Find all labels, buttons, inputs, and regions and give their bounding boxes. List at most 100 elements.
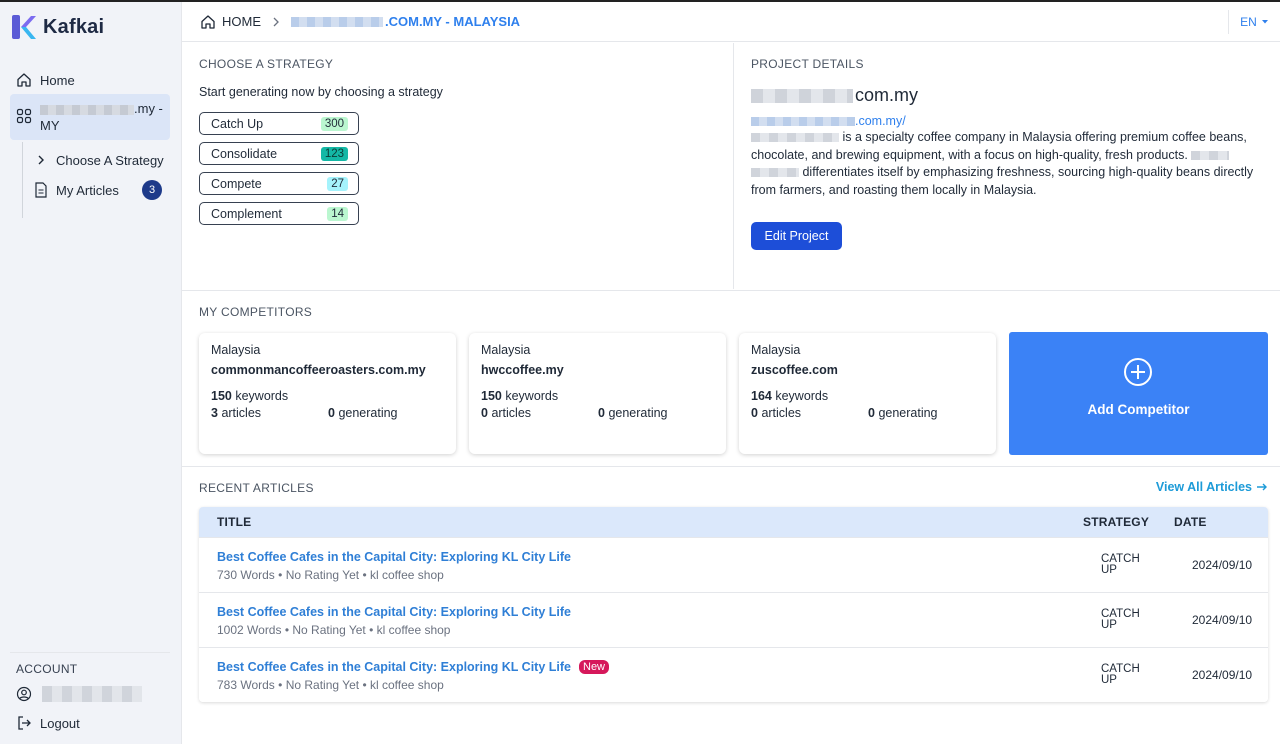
sidebar-item-project[interactable]: .my - MY	[10, 94, 170, 140]
logout-label: Logout	[40, 715, 80, 731]
article-title-link[interactable]: Best Coffee Cafes in the Capital City: E…	[217, 660, 610, 674]
sidebar-item-label: Home	[40, 72, 75, 88]
sidebar: Kafkai Home .my - MY Choose A Strategy M…	[0, 2, 182, 744]
strategy-label: Compete	[211, 176, 262, 191]
project-details-panel: PROJECT DETAILS com.my .com.my/ is a spe…	[735, 43, 1280, 289]
project-description: is a specialty coffee company in Malaysi…	[751, 129, 1261, 199]
breadcrumb-project-label: .COM.MY - MALAYSIA	[385, 14, 521, 29]
article-rating: No Rating Yet	[285, 568, 360, 582]
sidebar-item-label: Choose A Strategy	[56, 152, 164, 168]
redacted-company-name	[1191, 150, 1230, 160]
keywords-label: keywords	[775, 389, 829, 403]
competitor-keywords: 164 keywords	[751, 389, 828, 403]
breadcrumb-home[interactable]: HOME	[200, 14, 261, 30]
home-icon	[16, 72, 32, 88]
article-title-link[interactable]: Best Coffee Cafes in the Capital City: E…	[217, 605, 571, 619]
meta-separator: •	[369, 623, 374, 637]
account-heading: ACCOUNT	[16, 662, 78, 676]
column-header-date[interactable]: DATE	[1174, 515, 1254, 529]
competitor-domain: zuscoffee.com	[751, 363, 838, 377]
account-user[interactable]	[16, 686, 142, 702]
generating-label: generating	[338, 406, 398, 420]
strategy-line-2: UP	[1101, 564, 1117, 576]
article-keyword: kl coffee shop	[376, 623, 451, 637]
article-keyword: kl coffee shop	[369, 568, 444, 582]
strategy-catch-up-button[interactable]: Catch Up 300	[199, 112, 359, 135]
articles-label: articles	[491, 406, 532, 420]
logo[interactable]: Kafkai	[11, 14, 104, 40]
meta-separator: •	[362, 678, 367, 692]
articles-label: articles	[221, 406, 262, 420]
generating-count: 0	[868, 406, 875, 420]
subnav-line	[22, 142, 23, 218]
article-rating: No Rating Yet	[285, 678, 360, 692]
article-keyword: kl coffee shop	[369, 678, 444, 692]
article-strategy: CATCH UP	[1101, 608, 1161, 631]
breadcrumb-home-label: HOME	[222, 14, 261, 29]
project-domain: com.my	[751, 85, 918, 106]
competitor-card[interactable]: Malaysia commonmancoffeeroasters.com.my …	[199, 333, 456, 454]
strategy-compete-button[interactable]: Compete 27	[199, 172, 359, 195]
user-icon	[16, 686, 32, 702]
competitor-card[interactable]: Malaysia hwccoffee.my 150 keywords 0 art…	[469, 333, 726, 454]
keywords-label: keywords	[505, 389, 559, 403]
sidebar-project-label: .my - MY	[40, 100, 163, 134]
article-date: 2024/09/10	[1192, 668, 1253, 682]
redacted-domain	[751, 88, 853, 103]
add-competitor-label: Add Competitor	[1087, 402, 1190, 417]
competitor-generating: 0 generating	[868, 406, 938, 420]
strategy-count-badge: 14	[327, 206, 348, 221]
article-meta: 730 Words • No Rating Yet • kl coffee sh…	[217, 568, 444, 582]
sidebar-item-home[interactable]: Home	[10, 68, 170, 92]
article-meta: 1002 Words • No Rating Yet • kl coffee s…	[217, 623, 450, 637]
article-title: Best Coffee Cafes in the Capital City: E…	[217, 605, 571, 619]
kafkai-logo-icon	[11, 14, 37, 40]
strategy-complement-button[interactable]: Complement 14	[199, 202, 359, 225]
articles-count: 3	[211, 406, 218, 420]
project-url-link[interactable]: .com.my/	[751, 114, 906, 128]
competitor-card[interactable]: Malaysia zuscoffee.com 164 keywords 0 ar…	[739, 333, 996, 454]
grid-icon	[16, 108, 32, 124]
table-row: Best Coffee Cafes in the Capital City: E…	[199, 592, 1268, 647]
keywords-count: 150	[211, 389, 232, 403]
strategy-count-badge: 27	[327, 176, 348, 191]
recent-articles-heading: RECENT ARTICLES	[199, 481, 314, 495]
competitor-country: Malaysia	[481, 343, 531, 357]
keywords-count: 150	[481, 389, 502, 403]
view-all-label: View All Articles	[1155, 480, 1252, 494]
articles-count: 0	[481, 406, 488, 420]
divider	[10, 652, 170, 653]
redacted-project-name	[40, 104, 134, 115]
language-selector[interactable]: EN	[1228, 10, 1280, 34]
column-header-title[interactable]: TITLE	[217, 515, 1101, 529]
strategy-label: Catch Up	[211, 116, 264, 131]
chevron-right-icon	[34, 153, 48, 167]
breadcrumb-project[interactable]: .COM.MY - MALAYSIA	[291, 14, 520, 29]
chevron-right-icon	[271, 16, 281, 28]
recent-articles-table: TITLE STRATEGY DATE Best Coffee Cafes in…	[199, 507, 1268, 702]
sidebar-item-label: My Articles	[56, 182, 119, 198]
meta-separator: •	[362, 568, 367, 582]
redacted-company-name	[751, 133, 839, 143]
competitor-domain: hwccoffee.my	[481, 363, 564, 377]
new-badge: New	[579, 660, 610, 674]
competitor-country: Malaysia	[211, 343, 261, 357]
articles-count: 0	[751, 406, 758, 420]
generating-label: generating	[878, 406, 938, 420]
competitor-keywords: 150 keywords	[481, 389, 558, 403]
sidebar-item-choose-strategy[interactable]: Choose A Strategy	[34, 148, 168, 172]
strategy-consolidate-button[interactable]: Consolidate 123	[199, 142, 359, 165]
view-all-articles-link[interactable]: View All Articles	[1156, 480, 1268, 494]
project-description-part-2: differentiates itself by emphasizing fre…	[751, 165, 1254, 197]
sidebar-item-my-articles[interactable]: My Articles 3	[34, 178, 168, 202]
logout-link[interactable]: Logout	[16, 715, 80, 731]
competitor-country: Malaysia	[751, 343, 801, 357]
edit-project-button[interactable]: Edit Project	[751, 222, 842, 250]
redacted-site-name	[291, 16, 383, 27]
strategy-label: Complement	[211, 206, 282, 221]
generating-count: 0	[328, 406, 335, 420]
add-competitor-button[interactable]: Add Competitor	[1009, 332, 1268, 455]
strategy-count-badge: 300	[320, 116, 348, 131]
article-title-link[interactable]: Best Coffee Cafes in the Capital City: E…	[217, 550, 571, 564]
project-url-suffix: .com.my/	[855, 114, 906, 128]
